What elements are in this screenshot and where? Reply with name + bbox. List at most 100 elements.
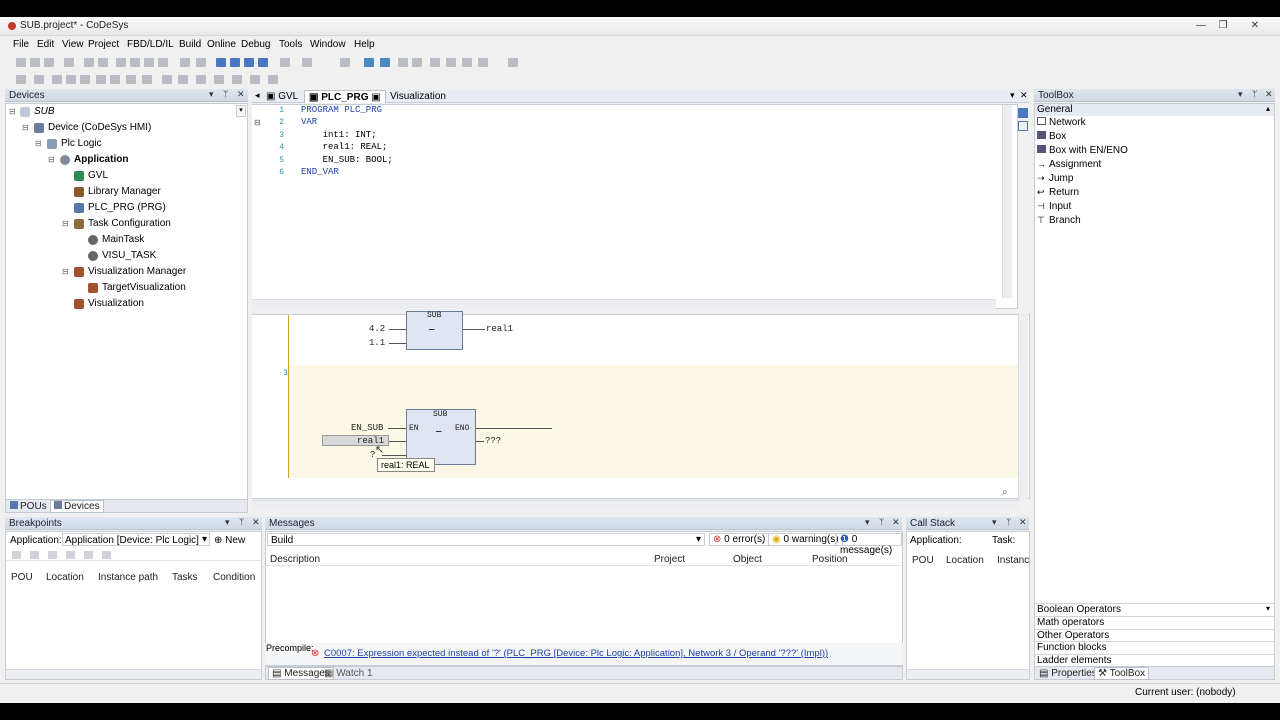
msg-col-project[interactable]: Project (654, 554, 685, 565)
fbd-contact-icon[interactable] (214, 75, 224, 84)
net2-input-2[interactable]: 1.1 (369, 338, 385, 348)
step-icon[interactable] (430, 58, 440, 67)
toolbox-item-branch[interactable]: ⊤ Branch (1037, 215, 1081, 226)
code-line-5[interactable]: EN_SUB: BOOL; (301, 155, 393, 165)
declaration-hscrollbar[interactable] (252, 299, 996, 309)
fbd-branch-icon[interactable] (126, 75, 136, 84)
toolbox-category-ladder[interactable]: Ladder elements (1035, 654, 1274, 666)
bp-hscrollbar[interactable] (6, 669, 261, 679)
menu-help[interactable]: Help (354, 39, 375, 50)
replace-icon[interactable] (196, 58, 206, 67)
panel-menu-icon[interactable]: ▾ (1238, 89, 1243, 100)
clean-icon[interactable] (244, 58, 254, 67)
bp-col-location[interactable]: Location (46, 572, 84, 583)
toolbox-item-input[interactable]: ⊣ Input (1037, 201, 1071, 212)
warnings-filter-button[interactable]: ◉ 0 warning(s) (768, 533, 843, 546)
menu-window[interactable]: Window (310, 39, 346, 50)
fbd-negate-icon[interactable] (142, 75, 152, 84)
config-icon[interactable] (302, 58, 312, 67)
tab-toolbox[interactable]: ⚒ ToolBox (1094, 667, 1150, 680)
start-icon[interactable] (398, 58, 408, 67)
bp-clear-icon[interactable] (102, 551, 111, 559)
save-icon[interactable] (44, 58, 54, 67)
stop-icon[interactable] (412, 58, 422, 67)
code-line-1[interactable]: PROGRAM PLC_PRG (301, 105, 382, 115)
copy-icon[interactable] (130, 58, 140, 67)
fbd-coil-icon[interactable] (232, 75, 242, 84)
logout-icon[interactable] (380, 58, 390, 67)
panel-menu-icon[interactable]: ▾ (992, 517, 997, 528)
menu-file[interactable]: File (13, 39, 29, 50)
table-view-icon[interactable] (1018, 121, 1028, 131)
tree-root[interactable]: SUB (34, 106, 55, 117)
pin-icon[interactable]: ᛘ (223, 89, 228, 99)
bp-new-button[interactable]: ⊕ New (214, 535, 245, 546)
menu-online[interactable]: Online (207, 39, 236, 50)
undo-icon[interactable] (84, 58, 94, 67)
step-over-icon[interactable] (446, 58, 456, 67)
net3-output[interactable]: ??? (485, 436, 501, 446)
messages-filter-button[interactable]: ❶ 0 message(s) (836, 533, 902, 556)
bp-delete-icon[interactable] (12, 551, 21, 559)
bp-application-select[interactable]: Application [Device: Plc Logic] ▾ (62, 533, 210, 546)
code-line-2[interactable]: VAR (301, 117, 317, 127)
fbd-output-icon[interactable] (110, 75, 120, 84)
close-button[interactable]: ✕ (1246, 19, 1264, 32)
expand-icon[interactable]: ▾ (1266, 604, 1270, 613)
cs-col-pou[interactable]: POU (912, 555, 934, 566)
delete-icon[interactable] (158, 58, 168, 67)
msg-col-object[interactable]: Object (733, 554, 762, 565)
tab-properties[interactable]: ▤ Properties (1039, 668, 1097, 679)
code-line-3[interactable]: int1: INT; (301, 130, 377, 140)
tab-devices[interactable]: Devices (50, 500, 104, 513)
bp-properties-icon[interactable] (66, 551, 75, 559)
device-icon-tb[interactable] (340, 58, 350, 67)
open-icon[interactable] (30, 58, 40, 67)
menu-fbd-ld-il[interactable]: FBD/LD/IL (127, 39, 174, 50)
fbd-assign-icon[interactable] (52, 75, 62, 84)
tree-item-plc-prg[interactable]: PLC_PRG (PRG) (88, 202, 166, 213)
print-icon[interactable] (64, 58, 74, 67)
bp-col-pou[interactable]: POU (11, 572, 33, 583)
tree-item-visu-task[interactable]: VISU_TASK (102, 250, 156, 261)
rebuild-icon[interactable] (230, 58, 240, 67)
bp-disable-icon[interactable] (48, 551, 57, 559)
msg-col-position[interactable]: Position (812, 554, 848, 565)
fbd-series-icon[interactable] (268, 75, 278, 84)
bp-col-condition[interactable]: Condition (213, 572, 255, 583)
tree-item-visualization[interactable]: Visualization (88, 298, 144, 309)
net2-sub-box[interactable]: SUB — (406, 311, 463, 350)
fbd-network-icon[interactable] (16, 75, 26, 84)
cut-icon[interactable] (116, 58, 126, 67)
tab-scroll-left-icon[interactable]: ◂ (255, 90, 260, 101)
find-icon[interactable] (180, 58, 190, 67)
toolbox-category-other[interactable]: Other Operators (1035, 629, 1274, 641)
toolbox-category-boolean[interactable]: Boolean Operators ▾ (1035, 603, 1274, 615)
net2-input-1[interactable]: 4.2 (369, 324, 385, 334)
editor-tabs-menu-icon[interactable]: ▾ (1010, 90, 1015, 101)
net3-sub-box[interactable]: SUB EN ENO — (406, 409, 476, 465)
fbd-input-icon[interactable] (96, 75, 106, 84)
toolbox-item-box-en-eno[interactable]: Box with EN/ENO (1037, 145, 1128, 156)
msg-col-description[interactable]: Description (270, 554, 320, 565)
dropdown-icon[interactable]: ▾ (236, 105, 246, 117)
tree-item-gvl[interactable]: GVL (88, 170, 108, 181)
tree-item-library-manager[interactable]: Library Manager (88, 186, 161, 197)
online-icon[interactable] (364, 58, 374, 67)
declaration-vscrollbar[interactable] (1002, 105, 1012, 298)
menu-build[interactable]: Build (179, 39, 201, 50)
collapse-icon[interactable]: ▴ (1266, 104, 1270, 113)
toolbox-item-box[interactable]: Box (1037, 131, 1066, 142)
tree-item-target-visualization[interactable]: TargetVisualization (102, 282, 186, 293)
declaration-editor[interactable]: 1 PROGRAM PLC_PRG 2 ⊟ VAR 3 int1: INT; 4… (252, 104, 1018, 309)
fold-icon[interactable]: ⊟ (254, 118, 261, 127)
menu-tools[interactable]: Tools (279, 39, 302, 50)
fbd-box-icon[interactable] (34, 75, 44, 84)
fbd-editor[interactable]: 4.2 1.1 SUB — real1 3 EN_SUB real1 ? SUB… (252, 311, 1030, 499)
tree-item-device[interactable]: Device (CoDeSys HMI) (48, 122, 151, 133)
panel-menu-icon[interactable]: ▾ (209, 89, 214, 100)
panel-menu-icon[interactable]: ▾ (865, 517, 870, 528)
tab-close-icon[interactable]: ▣ (371, 92, 380, 103)
tree-item-task-configuration[interactable]: Task Configuration (88, 218, 171, 229)
maximize-button[interactable]: ❐ (1214, 19, 1232, 32)
